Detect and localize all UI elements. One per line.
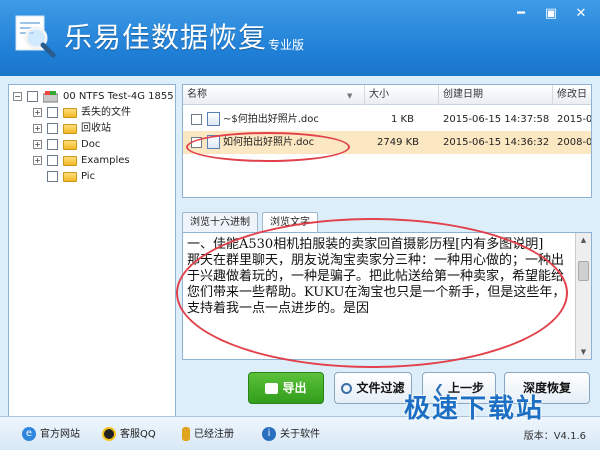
file-size: 2749 KB [377,137,420,148]
support-qq-link[interactable]: 客服QQ [102,427,156,443]
collapse-icon[interactable]: − [13,92,22,101]
file-size: 1 KB [391,114,414,125]
export-label: 导出 [282,381,307,395]
version-info: 版本：V4.1.6 [524,427,586,442]
preview-tabs: 浏览十六进制 浏览文字 [182,212,318,232]
tree-checkbox[interactable] [47,139,58,150]
directory-tree[interactable]: − 00 NTFS Test-4G 1855 + 丢失的文件 + 回收站 + D… [8,84,176,436]
table-row[interactable]: ~$何拍出好照片.doc 1 KB 2015-06-15 14:37:58 20… [183,108,591,131]
file-filter-label: 文件过滤 [356,381,405,395]
qq-penguin-icon [102,427,116,441]
drive-icon [43,91,58,103]
column-size[interactable]: 大小 [365,85,439,105]
official-site-link[interactable]: e 官方网站 [22,427,80,443]
export-icon [265,383,279,394]
folder-icon [63,156,77,166]
preview-vertical-scrollbar[interactable]: ▲ ▼ [575,233,591,359]
tree-item-label: Examples [81,155,130,166]
watermark: 极速下载站 [404,394,545,424]
minimize-icon[interactable]: ━ [508,4,534,24]
file-modified: 2008-0 [557,137,592,148]
main-area: − 00 NTFS Test-4G 1855 + 丢失的文件 + 回收站 + D… [0,76,600,436]
word-doc-icon [207,135,220,149]
info-icon: i [262,427,276,441]
preview-text: 一、佳能A530相机拍服装的卖家回首摄影历程[内有多图说明] 那天在群里聊天，朋… [187,237,566,316]
window-controls: ━ ▣ ✕ [508,4,594,24]
title-bar: 乐易佳数据恢复 专业版 ━ ▣ ✕ [0,0,600,76]
ie-icon: e [22,427,36,441]
tree-root[interactable]: − 00 NTFS Test-4G 1855 [9,89,175,105]
scroll-thumb[interactable] [578,261,589,281]
file-created: 2015-06-15 14:37:58 [443,114,550,125]
support-qq-label: 客服QQ [120,429,156,440]
tree-item[interactable]: + 回收站 [9,121,175,137]
expand-icon[interactable]: + [33,156,42,165]
tree-item[interactable]: Pic [9,169,175,185]
tree-checkbox[interactable] [47,155,58,166]
official-site-label: 官方网站 [40,429,80,440]
close-icon[interactable]: ✕ [568,4,594,24]
row-checkbox[interactable] [191,137,202,148]
sort-down-icon: ▼ [347,92,353,100]
version-label: 版本： [523,431,554,442]
tree-checkbox[interactable] [47,107,58,118]
tree-checkbox[interactable] [47,171,58,182]
maximize-icon[interactable]: ▣ [538,4,564,24]
scroll-down-icon[interactable]: ▼ [576,345,591,359]
table-row-selected[interactable]: 如何拍出好照片.doc 2749 KB 2015-06-15 14:36:32 … [183,131,591,154]
about-label: 关于软件 [280,429,320,440]
file-name: ~$何拍出好照片.doc [223,114,319,125]
row-checkbox[interactable] [191,114,202,125]
key-icon [182,427,190,441]
folder-icon [63,140,77,150]
column-created[interactable]: 创建日期 [439,85,553,105]
app-title: 乐易佳数据恢复 [64,21,268,54]
tree-item[interactable]: + 丢失的文件 [9,105,175,121]
registered-link[interactable]: 已经注册 [182,427,234,443]
tree-item[interactable]: + Doc [9,137,175,153]
word-doc-icon [207,112,220,126]
file-list: 名称 ▼ 大小 创建日期 修改日 ~$何拍出好照片.doc 1 KB 2015-… [182,84,592,198]
app-edition: 专业版 [268,38,305,52]
about-link[interactable]: i 关于软件 [262,427,320,443]
file-name: 如何拍出好照片.doc [223,137,315,148]
scroll-up-icon[interactable]: ▲ [576,233,591,247]
tree-checkbox[interactable] [27,91,38,102]
tree-root-label: 00 NTFS Test-4G 1855 [63,91,174,102]
tree-item[interactable]: + Examples [9,153,175,169]
expand-icon[interactable]: + [33,140,42,149]
tree-item-label: Pic [81,171,96,182]
folder-icon [63,124,77,134]
file-filter-button[interactable]: 文件过滤 [334,372,412,404]
registered-label: 已经注册 [194,429,234,440]
file-modified: 2015-06 [557,114,592,125]
tree-item-label: 丢失的文件 [81,107,131,118]
text-preview[interactable]: 一、佳能A530相机拍服装的卖家回首摄影历程[内有多图说明] 那天在群里聊天，朋… [182,232,592,360]
folder-icon [63,108,77,118]
tree-item-label: 回收站 [81,123,111,134]
expand-icon[interactable]: + [33,108,42,117]
tree-checkbox[interactable] [47,123,58,134]
tab-hex[interactable]: 浏览十六进制 [182,212,258,232]
tab-text[interactable]: 浏览文字 [262,212,318,232]
version-number: V4.1.6 [553,431,586,442]
folder-icon [63,172,77,182]
export-button[interactable]: 导出 [248,372,324,404]
filter-icon [341,383,353,394]
column-name[interactable]: 名称 [183,85,365,105]
tree-item-label: Doc [81,139,101,150]
expand-icon[interactable]: + [33,124,42,133]
file-created: 2015-06-15 14:36:32 [443,137,550,148]
file-list-header: 名称 ▼ 大小 创建日期 修改日 [183,85,591,105]
magnifier-logo-icon [15,15,56,58]
column-modified[interactable]: 修改日 [553,85,591,105]
